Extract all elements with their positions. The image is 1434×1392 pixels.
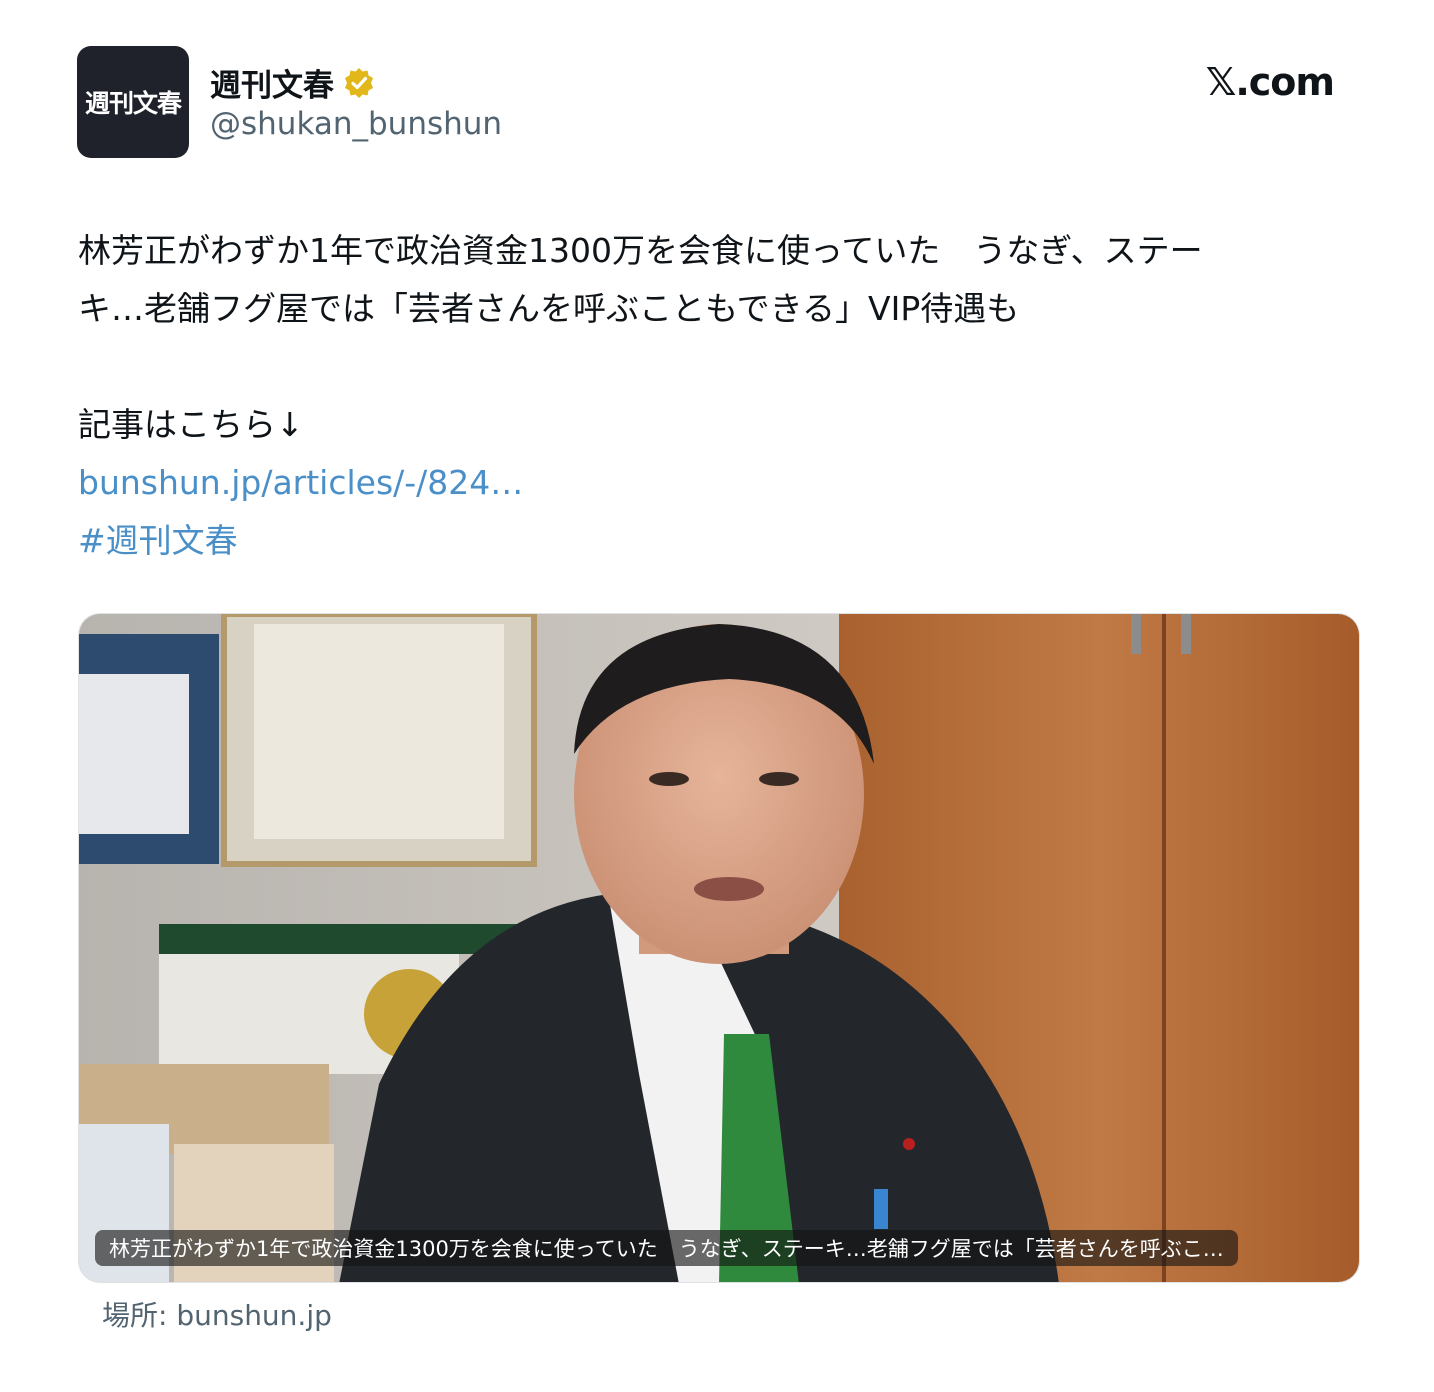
- photo-illustration: [79, 614, 1359, 1282]
- link-card-caption: 林芳正がわずか1年で政治資金1300万を会食に使っていた うなぎ、ステーキ…老舗…: [95, 1230, 1238, 1266]
- link-source[interactable]: 場所: bunshun.jp: [102, 1294, 332, 1334]
- tweet-text-line-2: キ…老舗フグ屋では「芸者さんを呼ぶこともできる」VIP待遇も: [78, 289, 1020, 328]
- avatar[interactable]: 週刊文春: [77, 46, 189, 158]
- tweet-body: 林芳正がわずか1年で政治資金1300万を会食に使っていた うなぎ、ステー キ…老…: [78, 222, 1368, 570]
- tweet-text-line-3: 記事はこちら↓: [78, 405, 304, 444]
- verified-badge-icon: [342, 66, 376, 100]
- tweet-text-line-1: 林芳正がわずか1年で政治資金1300万を会食に使っていた うなぎ、ステー: [78, 231, 1203, 270]
- name-row: 週刊文春: [210, 60, 376, 105]
- caption-text: 林芳正がわずか1年で政治資金1300万を会食に使っていた うなぎ、ステーキ…老舗…: [109, 1237, 1224, 1261]
- article-link[interactable]: bunshun.jp/articles/-/824…: [78, 454, 1368, 512]
- account-name[interactable]: 週刊文春: [210, 60, 334, 105]
- tweet-header: 週刊文春 週刊文春 @shukan_bunshun 𝕏.com: [0, 0, 1434, 170]
- x-logo[interactable]: 𝕏.com: [1206, 60, 1335, 104]
- hashtag-link[interactable]: #週刊文春: [78, 512, 1368, 570]
- account-handle[interactable]: @shukan_bunshun: [210, 106, 502, 142]
- avatar-text: 週刊文春: [84, 89, 182, 118]
- link-card-image[interactable]: 林芳正がわずか1年で政治資金1300万を会食に使っていた うなぎ、ステーキ…老舗…: [78, 613, 1360, 1283]
